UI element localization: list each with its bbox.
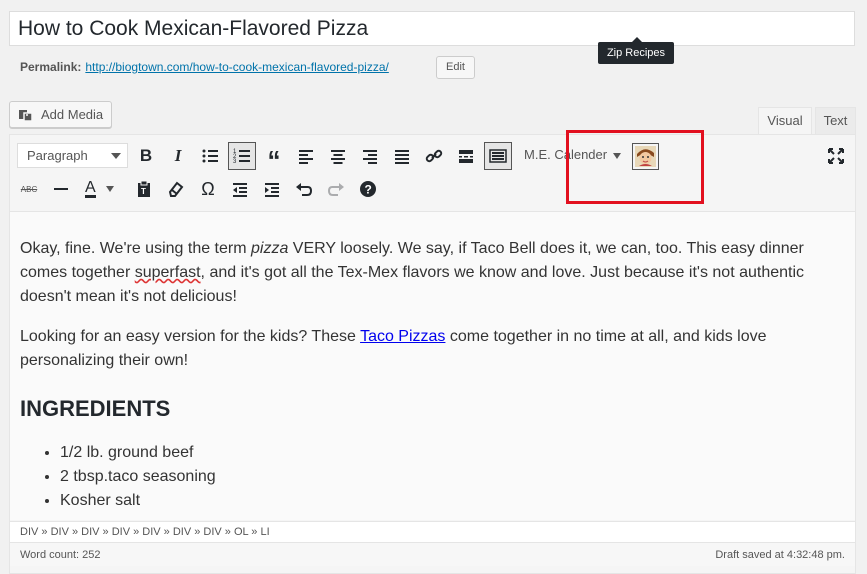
read-more-icon[interactable] [452, 142, 480, 170]
list-item: 1/2 lb. ground beef [60, 441, 845, 465]
element-path[interactable]: DIV » DIV » DIV » DIV » DIV » DIV » DIV … [10, 521, 855, 542]
tab-visual[interactable]: Visual [758, 107, 812, 134]
numbered-list-icon[interactable]: 123 [228, 142, 256, 170]
permalink-row: Permalink: http://biogtown.com/how-to-coo… [20, 59, 389, 75]
bullet-list-icon[interactable] [196, 142, 224, 170]
add-media-label: Add Media [41, 107, 104, 122]
list-item: 2 tbsp.taco seasoning [60, 465, 845, 489]
misspelled-word[interactable]: superfast [135, 264, 201, 281]
help-icon[interactable]: ? [354, 175, 382, 203]
svg-text:T: T [141, 187, 146, 196]
chevron-down-icon [111, 153, 121, 159]
permalink-label: Permalink: [20, 60, 82, 74]
redo-icon[interactable] [322, 175, 350, 203]
blockquote-icon[interactable]: “ [260, 142, 288, 175]
media-icon [18, 106, 34, 122]
toolbar-toggle-icon[interactable] [484, 142, 512, 170]
ingredients-list: 1/2 lb. ground beef 2 tbsp.taco seasonin… [20, 441, 845, 513]
autosave-status: Draft saved at 4:32:48 pm. [715, 549, 845, 561]
align-left-icon[interactable] [292, 142, 320, 170]
svg-text:?: ? [365, 183, 372, 197]
bold-icon[interactable]: B [132, 142, 160, 170]
align-center-icon[interactable] [324, 142, 352, 170]
justify-icon[interactable] [388, 142, 416, 170]
special-character-icon[interactable]: Ω [194, 175, 222, 203]
fullscreen-icon[interactable] [822, 142, 850, 170]
text-color-icon[interactable]: A [79, 175, 123, 203]
paragraph: Okay, fine. We're using the term pizza V… [20, 240, 805, 305]
link-icon[interactable] [420, 142, 448, 170]
chevron-down-icon [105, 186, 114, 192]
highlight-box [566, 130, 704, 204]
add-media-button[interactable]: Add Media [9, 101, 112, 128]
paste-text-icon[interactable]: T [130, 175, 158, 203]
indent-icon[interactable] [258, 175, 286, 203]
taco-pizzas-link[interactable]: Taco Pizzas [360, 328, 445, 345]
post-title-input[interactable]: How to Cook Mexican-Flavored Pizza [9, 11, 855, 46]
text-color-letter: A [85, 179, 96, 198]
word-count: Word count: 252 [20, 549, 101, 561]
align-right-icon[interactable] [356, 142, 384, 170]
clear-formatting-icon[interactable] [162, 175, 190, 203]
tab-text[interactable]: Text [815, 107, 856, 134]
permalink-link[interactable]: http://biogtown.com/how-to-cook-mexican-… [85, 60, 388, 74]
paragraph: Looking for an easy version for the kids… [20, 328, 767, 369]
undo-icon[interactable] [290, 175, 318, 203]
strikethrough-icon[interactable]: ABC [15, 175, 43, 203]
editor-toolbar: Paragraph B I 123 “ M.E. Calender ABC A … [10, 135, 855, 212]
format-select-value: Paragraph [27, 148, 88, 163]
editor-content[interactable]: Okay, fine. We're using the term pizza V… [10, 212, 855, 520]
svg-text:3: 3 [233, 159, 237, 165]
edit-permalink-button[interactable]: Edit [436, 56, 475, 79]
format-select[interactable]: Paragraph [17, 143, 128, 168]
status-bar: Word count: 252 Draft saved at 4:32:48 p… [10, 542, 855, 566]
italic-icon[interactable]: I [164, 142, 192, 170]
outdent-icon[interactable] [226, 175, 254, 203]
list-item: Kosher salt [60, 489, 845, 513]
horizontal-line-icon[interactable] [47, 175, 75, 203]
ingredients-heading: INGREDIENTS [20, 396, 171, 421]
editor: Paragraph B I 123 “ M.E. Calender ABC A … [9, 134, 856, 574]
zip-recipes-tooltip: Zip Recipes [598, 37, 674, 64]
